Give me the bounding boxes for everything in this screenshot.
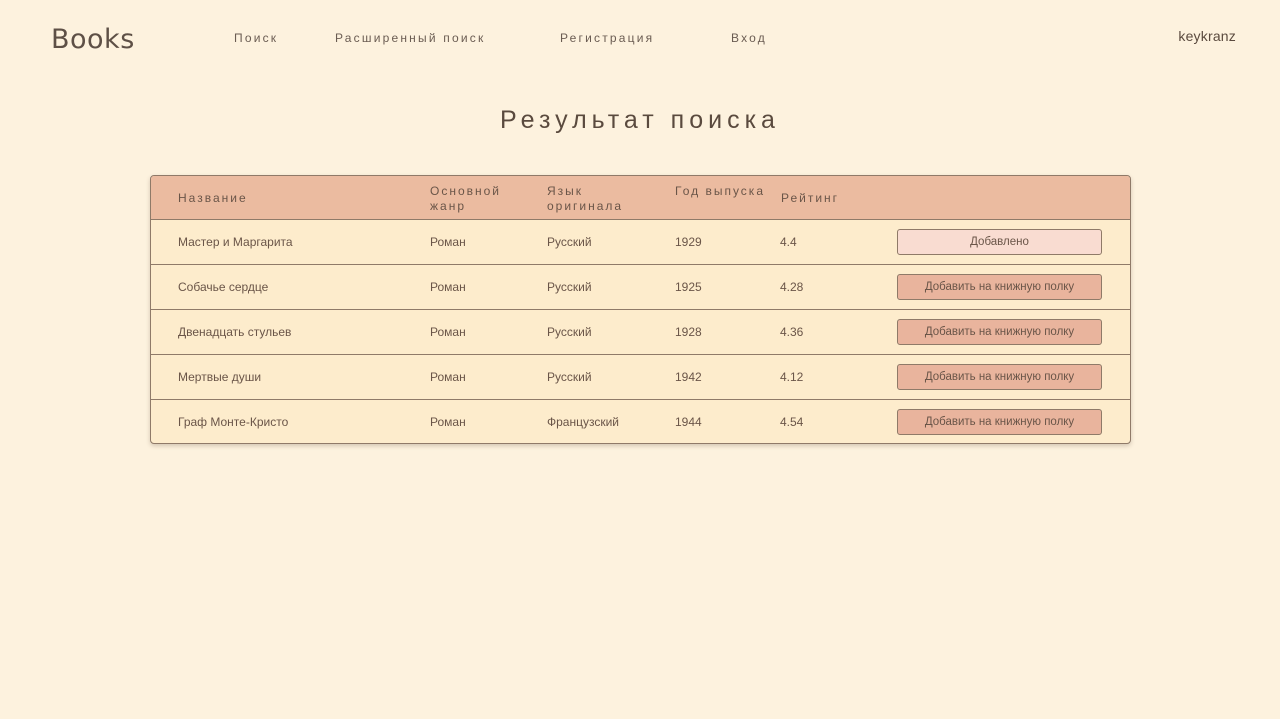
book-year: 1942 xyxy=(675,370,702,384)
add-to-shelf-button[interactable]: Добавить на книжную полку xyxy=(897,274,1102,300)
page: Books Поиск Расширенный поиск Регистраци… xyxy=(0,0,1280,719)
nav-search[interactable]: Поиск xyxy=(234,31,278,45)
book-genre: Роман xyxy=(430,235,466,249)
book-language: Русский xyxy=(547,280,592,294)
book-language: Русский xyxy=(547,370,592,384)
nav-login[interactable]: Вход xyxy=(731,31,767,45)
book-name: Мастер и Маргарита xyxy=(178,235,293,249)
nav-register[interactable]: Регистрация xyxy=(560,31,654,45)
add-to-shelf-button[interactable]: Добавить на книжную полку xyxy=(897,364,1102,390)
book-rating: 4.12 xyxy=(780,370,804,384)
user-name[interactable]: keykranz xyxy=(1178,28,1236,44)
table-row: Собачье сердце Роман Русский 1925 4.28 Д… xyxy=(151,265,1130,310)
column-header-language: Язык оригинала xyxy=(547,184,624,213)
book-year: 1929 xyxy=(675,235,702,249)
logo[interactable]: Books xyxy=(51,24,135,55)
book-name: Двенадцать стульев xyxy=(178,325,292,339)
book-rating: 4.4 xyxy=(780,235,797,249)
book-rating: 4.54 xyxy=(780,415,804,429)
results-table: Название Основной жанр Язык оригинала Го… xyxy=(150,175,1131,444)
add-to-shelf-button[interactable]: Добавить на книжную полку xyxy=(897,409,1102,435)
nav-advanced-search[interactable]: Расширенный поиск xyxy=(335,31,485,45)
book-year: 1944 xyxy=(675,415,702,429)
book-rating: 4.28 xyxy=(780,280,804,294)
book-name: Собачье сердце xyxy=(178,280,269,294)
column-header-name: Название xyxy=(178,191,248,205)
table-row: Граф Монте-Кристо Роман Французский 1944… xyxy=(151,400,1130,443)
page-title: Результат поиска xyxy=(500,106,780,134)
book-language: Русский xyxy=(547,325,592,339)
book-genre: Роман xyxy=(430,280,466,294)
column-header-year: Год выпуска xyxy=(675,184,765,198)
book-year: 1928 xyxy=(675,325,702,339)
book-year: 1925 xyxy=(675,280,702,294)
added-button[interactable]: Добавлено xyxy=(897,229,1102,255)
book-language: Русский xyxy=(547,235,592,249)
table-row: Мастер и Маргарита Роман Русский 1929 4.… xyxy=(151,220,1130,265)
column-header-genre: Основной жанр xyxy=(430,184,502,213)
column-header-rating: Рейтинг xyxy=(781,191,840,205)
book-genre: Роман xyxy=(430,370,466,384)
table-row: Мертвые души Роман Русский 1942 4.12 Доб… xyxy=(151,355,1130,400)
book-rating: 4.36 xyxy=(780,325,804,339)
add-to-shelf-button[interactable]: Добавить на книжную полку xyxy=(897,319,1102,345)
book-genre: Роман xyxy=(430,415,466,429)
table-header: Название Основной жанр Язык оригинала Го… xyxy=(151,176,1130,220)
table-row: Двенадцать стульев Роман Русский 1928 4.… xyxy=(151,310,1130,355)
book-genre: Роман xyxy=(430,325,466,339)
book-language: Французский xyxy=(547,415,619,429)
book-name: Мертвые души xyxy=(178,370,262,384)
book-name: Граф Монте-Кристо xyxy=(178,415,289,429)
